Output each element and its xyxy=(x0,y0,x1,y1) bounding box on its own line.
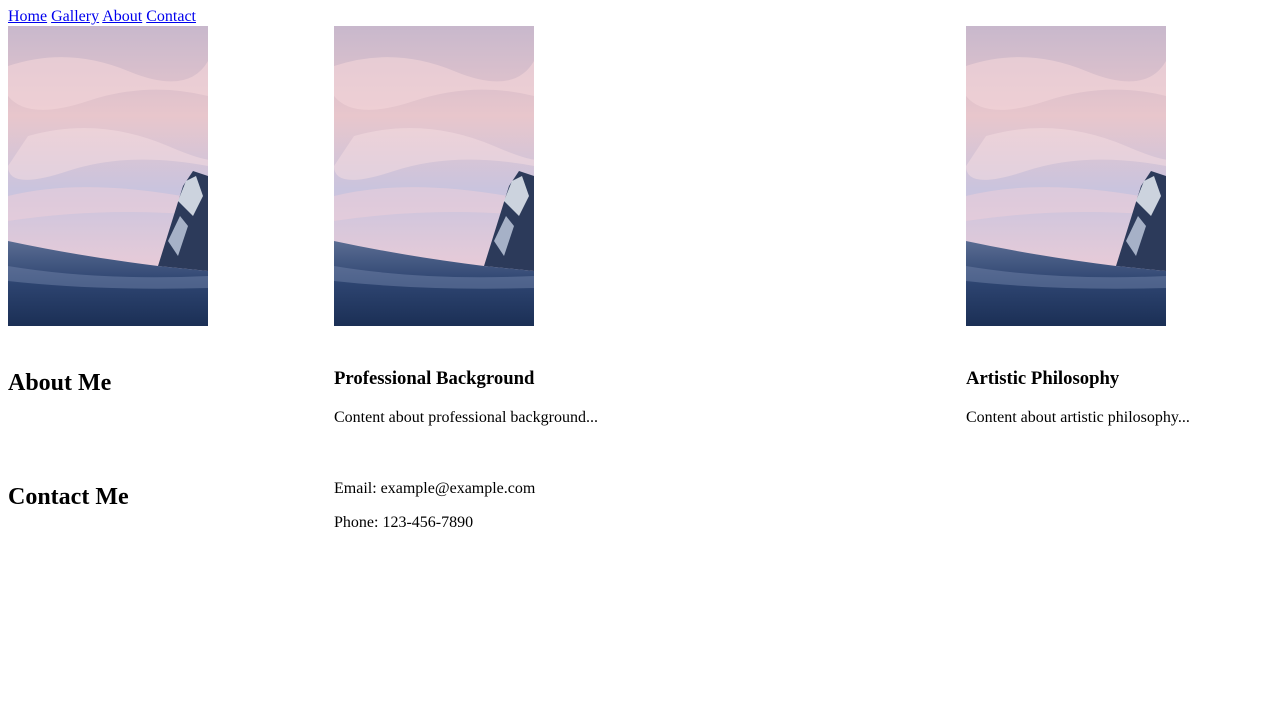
gallery-image-3 xyxy=(966,26,1166,326)
professional-background-heading: Professional Background xyxy=(334,368,535,389)
nav-link-gallery[interactable]: Gallery xyxy=(51,8,99,25)
mountain-photo-icon xyxy=(334,26,534,326)
about-title: About Me xyxy=(8,370,112,396)
nav-link-about[interactable]: About xyxy=(102,8,142,25)
gallery-image-2 xyxy=(334,26,534,326)
contact-title: Contact Me xyxy=(8,484,129,510)
gallery-image-1 xyxy=(8,26,208,326)
artistic-philosophy-heading: Artistic Philosophy xyxy=(966,368,1120,389)
contact-phone: Phone: 123-456-7890 xyxy=(334,514,474,531)
professional-background-text: Content about professional background... xyxy=(334,409,598,426)
artistic-philosophy-text: Content about artistic philosophy... xyxy=(966,409,1190,426)
mountain-photo-icon xyxy=(966,26,1166,326)
mountain-photo-icon xyxy=(8,26,208,326)
nav-link-contact[interactable]: Contact xyxy=(146,8,196,25)
nav-link-home[interactable]: Home xyxy=(8,8,47,25)
contact-email: Email: example@example.com xyxy=(334,480,536,497)
top-nav: Home Gallery About Contact xyxy=(8,8,196,26)
